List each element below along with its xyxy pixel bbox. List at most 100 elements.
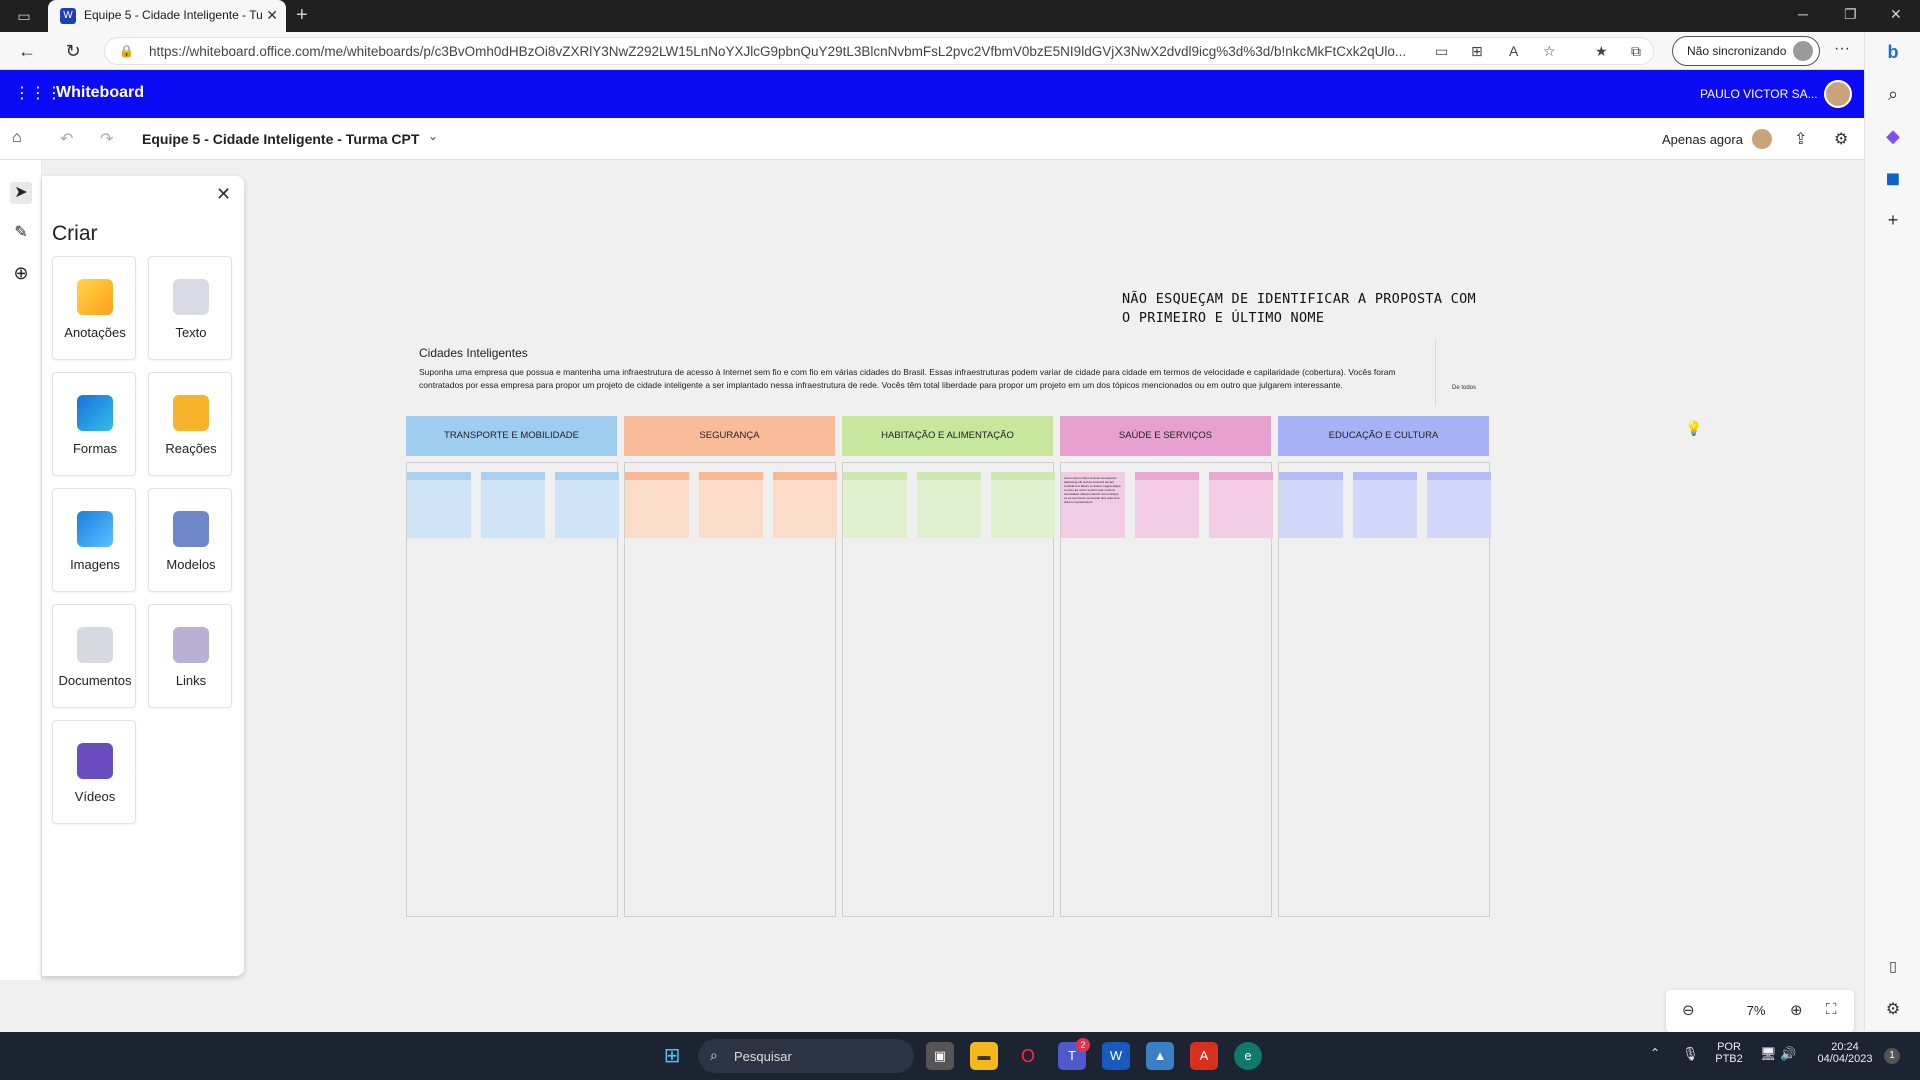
start-icon[interactable]: ⊞	[658, 1042, 686, 1070]
outlook-icon[interactable]: ◼	[1881, 166, 1905, 190]
zoom-out-icon[interactable]: ⊖	[1682, 1001, 1695, 1019]
tray-overflow-icon[interactable]: ⌃	[1650, 1046, 1660, 1060]
notification-badge[interactable]: 1	[1884, 1048, 1900, 1064]
column-header[interactable]: HABITAÇÃO E ALIMENTAÇÃO	[842, 416, 1053, 456]
copilot-tools-icon[interactable]: ◆	[1881, 124, 1905, 148]
zoom-in-icon[interactable]: ⊕	[1790, 1001, 1803, 1019]
new-tab-icon[interactable]: +	[296, 4, 308, 27]
sidebar-settings-icon[interactable]: ⚙	[1881, 998, 1905, 1022]
immersive-reader-icon[interactable]: ▭	[1435, 43, 1448, 60]
task-view-icon[interactable]: ▣	[926, 1042, 954, 1070]
user-avatar[interactable]	[1824, 80, 1852, 108]
sticky-note[interactable]	[699, 472, 763, 538]
sticky-note[interactable]	[843, 472, 907, 538]
sticky-note[interactable]	[555, 472, 619, 538]
word-icon[interactable]: W	[1102, 1042, 1130, 1070]
create-tile-label: Reações	[165, 441, 217, 456]
create-tile-4[interactable]: Reações	[148, 372, 232, 476]
fit-to-screen-icon[interactable]: ⛶	[1826, 1001, 1837, 1018]
bing-chat-icon[interactable]: b	[1881, 40, 1905, 64]
column-header[interactable]: EDUCAÇÃO E CULTURA	[1278, 416, 1489, 456]
collaborator-avatar[interactable]	[1752, 129, 1772, 149]
read-aloud-icon[interactable]: A	[1509, 43, 1518, 59]
create-tile-label: Imagens	[70, 557, 120, 572]
lightbulb-icon[interactable]: 💡	[1685, 420, 1702, 437]
create-tile-1[interactable]: Anotações	[52, 256, 136, 360]
sticky-note[interactable]	[917, 472, 981, 538]
app-name[interactable]: Whiteboard	[56, 84, 144, 102]
zoom-level[interactable]: 7%	[1732, 1003, 1780, 1018]
create-add-icon[interactable]: ⊕	[10, 262, 32, 284]
create-tile-5[interactable]: Imagens	[52, 488, 136, 592]
collections-icon[interactable]: ⧉	[1631, 43, 1641, 60]
sticky-note[interactable]: Lorem ipsum dolor sit amet consectetur a…	[1061, 472, 1125, 538]
restore-icon[interactable]: ❐	[1844, 6, 1857, 23]
sticky-note[interactable]	[991, 472, 1055, 538]
back-icon[interactable]: ←	[16, 40, 38, 62]
sticky-note[interactable]	[773, 472, 837, 538]
undo-icon[interactable]: ↶	[60, 129, 73, 149]
search-icon[interactable]: ⌕	[1881, 82, 1905, 106]
create-tile-6[interactable]: Modelos	[148, 488, 232, 592]
clock[interactable]: 20:24 04/04/2023	[1810, 1041, 1880, 1065]
app-launcher-icon[interactable]: ⋮⋮⋮	[14, 84, 62, 104]
reminder-note[interactable]: NÃO ESQUEÇAM DE IDENTIFICAR A PROPOSTA C…	[1122, 290, 1542, 328]
sticky-note[interactable]	[1209, 472, 1273, 538]
chevron-down-icon[interactable]: ⌄	[428, 129, 438, 143]
file-explorer-icon[interactable]: ▬	[970, 1042, 998, 1070]
column-header[interactable]: SAÚDE E SERVIÇOS	[1060, 416, 1271, 456]
select-pointer-icon[interactable]: ➤	[10, 182, 32, 204]
create-tile-7[interactable]: Documentos	[52, 604, 136, 708]
acrobat-icon[interactable]: A	[1190, 1042, 1218, 1070]
network-icon[interactable]: 🖥	[1760, 1046, 1777, 1062]
edge-icon[interactable]: e	[1234, 1042, 1262, 1070]
redo-icon[interactable]: ↷	[100, 129, 113, 149]
window-close-icon[interactable]: ✕	[1890, 6, 1902, 23]
browser-tab-active[interactable]: W Equipe 5 - Cidade Inteligente - Tu ✕	[48, 0, 286, 32]
url-field[interactable]: 🔒 https://whiteboard.office.com/me/white…	[104, 37, 1654, 65]
refresh-icon[interactable]: ↻	[62, 40, 84, 62]
create-tile-8[interactable]: Links	[148, 604, 232, 708]
hide-sidebar-icon[interactable]: ▯	[1881, 954, 1905, 978]
create-tile-3[interactable]: Formas	[52, 372, 136, 476]
create-tile-2[interactable]: Texto	[148, 256, 232, 360]
brief-aside-text[interactable]: De todos	[1452, 385, 1476, 391]
brief-title[interactable]: Cidades Inteligentes	[419, 346, 528, 360]
sticky-note-strip	[481, 472, 545, 480]
close-icon[interactable]: ✕	[216, 184, 231, 205]
tab-actions-icon[interactable]: ▭	[14, 6, 34, 26]
profile-sync-button[interactable]: Não sincronizando	[1672, 36, 1820, 66]
add-sidebar-app-icon[interactable]: +	[1881, 208, 1905, 232]
sticky-note[interactable]	[1427, 472, 1491, 538]
volume-icon[interactable]: 🔊	[1780, 1046, 1796, 1062]
column-header[interactable]: TRANSPORTE E MOBILIDADE	[406, 416, 617, 456]
app-available-icon[interactable]: ⊞	[1471, 43, 1483, 60]
opera-icon[interactable]: O	[1014, 1042, 1042, 1070]
pen-icon[interactable]: ✎	[10, 222, 32, 244]
sticky-note[interactable]	[1353, 472, 1417, 538]
sticky-note[interactable]	[1135, 472, 1199, 538]
minimize-icon[interactable]: ─	[1798, 6, 1808, 22]
user-name[interactable]: PAULO VICTOR SA...	[1700, 87, 1818, 101]
sticky-note[interactable]	[407, 472, 471, 538]
home-icon[interactable]: ⌂	[12, 129, 22, 147]
photos-icon[interactable]: ▲	[1146, 1042, 1174, 1070]
more-options-icon[interactable]: ···	[1834, 40, 1850, 58]
settings-gear-icon[interactable]: ⚙	[1834, 129, 1848, 149]
create-tile-9[interactable]: Vídeos	[52, 720, 136, 824]
microphone-muted-icon[interactable]: 🎙	[1682, 1046, 1699, 1062]
column-header[interactable]: SEGURANÇA	[624, 416, 835, 456]
sticky-note-icon	[77, 279, 113, 315]
share-icon[interactable]: ⇪	[1794, 129, 1807, 149]
language-indicator[interactable]: POR PTB2	[1712, 1041, 1746, 1065]
sticky-note[interactable]	[1279, 472, 1343, 538]
sticky-note[interactable]	[625, 472, 689, 538]
brief-text[interactable]: Suponha uma empresa que possua e mantenh…	[419, 366, 1419, 392]
sticky-note[interactable]	[481, 472, 545, 538]
favorites-icon[interactable]: ★	[1595, 43, 1608, 60]
tab-close-icon[interactable]: ✕	[266, 7, 278, 24]
lock-icon[interactable]: 🔒	[119, 44, 134, 58]
taskbar-search[interactable]: ⌕ Pesquisar	[698, 1039, 914, 1073]
board-title[interactable]: Equipe 5 - Cidade Inteligente - Turma CP…	[142, 131, 419, 147]
add-favorite-icon[interactable]: ☆	[1543, 43, 1556, 60]
